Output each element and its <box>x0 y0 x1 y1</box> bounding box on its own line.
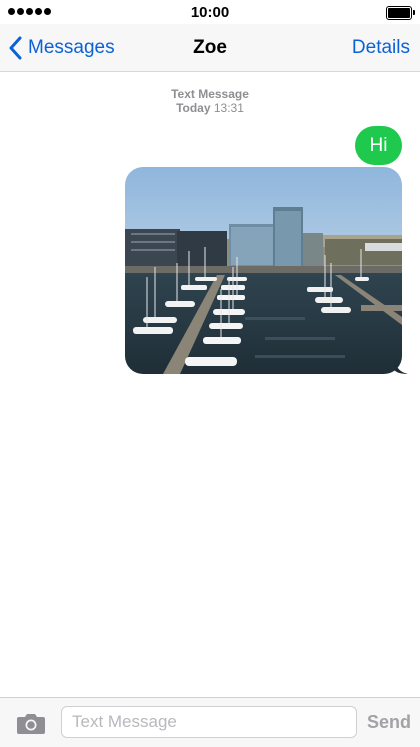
message-meta: Text Message Today 13:31 <box>0 87 420 115</box>
message-timestamp: Today 13:31 <box>0 101 420 115</box>
camera-icon <box>17 714 45 734</box>
conversation-thread[interactable]: Text Message Today 13:31 Hi <box>0 72 420 696</box>
message-time: 13:31 <box>213 101 244 115</box>
bubble-tail <box>394 358 408 374</box>
message-type-label: Text Message <box>171 87 249 101</box>
camera-button[interactable] <box>16 711 46 735</box>
messages-screen: 10:00 Messages Zoe Details Text Message … <box>0 0 420 747</box>
send-button[interactable]: Send <box>367 712 411 733</box>
navigation-bar: Messages Zoe Details <box>0 24 420 72</box>
message-composer: Send <box>0 697 420 747</box>
outgoing-message-bubble[interactable]: Hi <box>355 126 402 165</box>
outgoing-photo-bubble[interactable] <box>125 167 402 374</box>
status-bar: 10:00 <box>0 0 420 24</box>
status-time: 10:00 <box>190 4 230 21</box>
message-day: Today <box>176 101 211 115</box>
message-input[interactable] <box>61 706 357 738</box>
battery-icon <box>386 6 415 20</box>
details-button[interactable]: Details <box>352 37 410 59</box>
harbor-photo <box>125 167 402 374</box>
